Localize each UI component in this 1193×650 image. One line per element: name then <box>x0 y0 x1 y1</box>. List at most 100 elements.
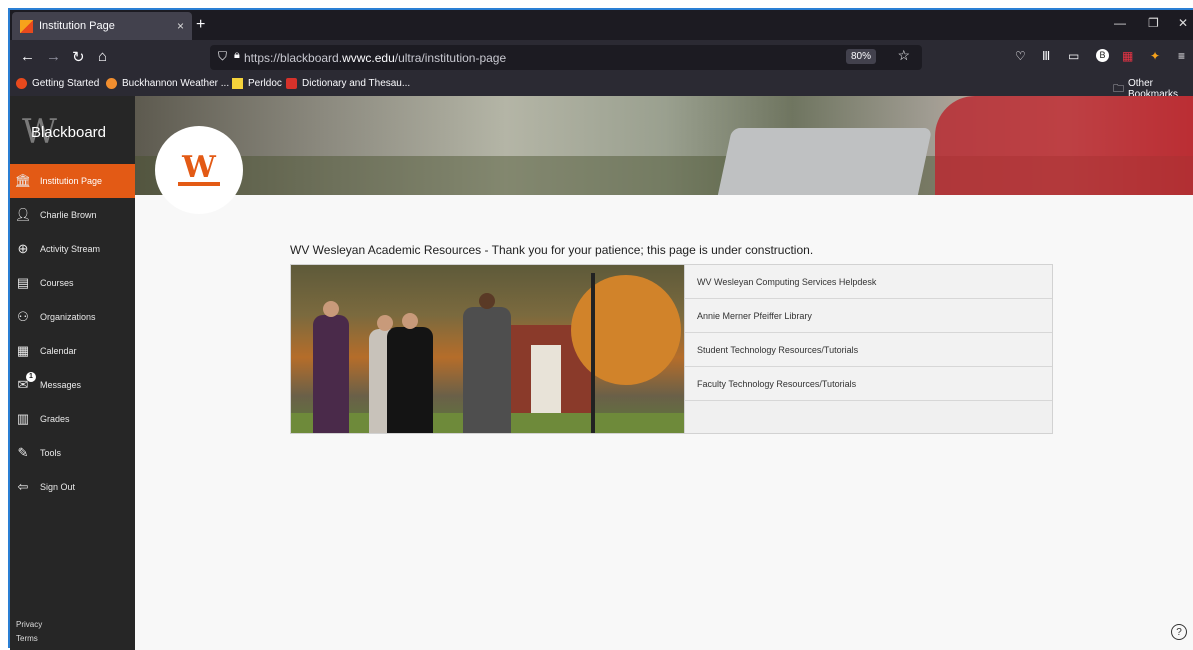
bookmarks-toolbar: Getting Started Buckhannon Weather ... P… <box>10 74 1193 100</box>
sidebar-toggle-icon[interactable]: ▭ <box>1068 49 1079 63</box>
bookmark-label: Getting Started <box>32 78 100 89</box>
bookmark-perldoc[interactable]: Perldoc <box>232 78 282 89</box>
sidebar-item-messages[interactable]: ✉ 1 Messages <box>10 368 135 402</box>
student-figure <box>387 313 433 433</box>
tab-strip: Institution Page × + — ❐ ✕ <box>10 10 1193 40</box>
zoom-level[interactable]: 80% <box>845 49 876 64</box>
sidebar-item-courses[interactable]: ▤ Courses <box>10 266 135 300</box>
tree-graphic <box>571 275 681 385</box>
extension-icon[interactable]: ▦ <box>1122 49 1133 63</box>
logo-text: Blackboard <box>30 123 106 141</box>
blackboard-favicon-icon <box>20 19 33 33</box>
sidebar-item-tools[interactable]: ✎ Tools <box>10 436 135 470</box>
door-graphic <box>531 345 561 415</box>
sidebar-item-calendar[interactable]: ▦ Calendar <box>10 334 135 368</box>
sidebar-item-sign-out[interactable]: ⇦ Sign Out <box>10 470 135 504</box>
sidebar-item-activity-stream[interactable]: ⊕ Activity Stream <box>10 232 135 266</box>
tools-icon: ✎ <box>17 445 29 460</box>
back-icon[interactable]: ← <box>20 48 35 65</box>
sidebar-item-organizations[interactable]: ⚇ Organizations <box>10 300 135 334</box>
link-faculty-tech-resources[interactable]: Faculty Technology Resources/Tutorials <box>685 367 1052 401</box>
student-figure <box>313 301 349 433</box>
link-computing-helpdesk[interactable]: WV Wesleyan Computing Services Helpdesk <box>685 265 1052 299</box>
head <box>323 301 339 317</box>
grades-icon: ▥ <box>16 411 30 426</box>
messages-badge: 1 <box>26 372 36 382</box>
perldoc-icon <box>232 78 243 89</box>
restore-icon[interactable]: ❐ <box>1148 16 1159 30</box>
close-window-icon[interactable]: ✕ <box>1178 16 1188 30</box>
sign-out-icon: ⇦ <box>17 479 29 494</box>
bookmark-label: Dictionary and Thesau... <box>302 78 411 89</box>
globe-icon: ⊕ <box>17 241 29 256</box>
privacy-link[interactable]: Privacy <box>16 620 42 629</box>
page-heading: WV Wesleyan Academic Resources - Thank y… <box>290 243 814 257</box>
resources-panel: WV Wesleyan Computing Services Helpdesk … <box>290 264 1053 434</box>
tab-institution-page[interactable]: Institution Page × <box>12 12 192 40</box>
sidebar-item-label: Organizations <box>40 312 96 322</box>
sidebar-item-label: Courses <box>40 278 74 288</box>
sidebar-item-label: Activity Stream <box>40 244 101 254</box>
forward-icon[interactable]: → <box>46 48 61 65</box>
menu-icon[interactable]: ≡ <box>1178 49 1185 63</box>
institution-icon: 🏛︎ <box>14 173 32 188</box>
sidebar-item-label: Charlie Brown <box>40 210 97 220</box>
sidebar-item-label: Tools <box>40 448 62 458</box>
head <box>402 313 418 329</box>
address-bar[interactable]: ⛉ 🔒︎ https://blackboard.wvwc.edu/ultra/i… <box>210 45 922 70</box>
page-content: W Blackboard 🏛︎ Institution Page 👤︎ Char… <box>10 96 1193 650</box>
bookmark-label: Buckhannon Weather ... <box>122 78 230 89</box>
dictionary-icon <box>286 78 297 89</box>
navigation-toolbar: ← → ↻ ⌂ ⛉ 🔒︎ https://blackboard.wvwc.edu… <box>10 40 1193 74</box>
student-figure <box>463 293 511 433</box>
sidebar-item-label: Messages <box>40 380 82 390</box>
url-text: https://blackboard.wvwc.edu/ultra/instit… <box>244 50 507 65</box>
sidebar-item-label: Calendar <box>40 346 77 356</box>
extension-2-icon[interactable]: ✦ <box>1150 49 1160 63</box>
sidebar-item-label: Grades <box>40 414 70 424</box>
sidebar-item-grades[interactable]: ▥ Grades <box>10 402 135 436</box>
resource-links: WV Wesleyan Computing Services Helpdesk … <box>684 265 1052 433</box>
institution-logo: W <box>155 126 243 214</box>
sidebar-item-institution-page[interactable]: 🏛︎ Institution Page <box>10 164 135 198</box>
terms-link[interactable]: Terms <box>16 634 38 643</box>
user-icon: 👤︎ <box>14 207 32 222</box>
link-student-tech-resources[interactable]: Student Technology Resources/Tutorials <box>685 333 1052 367</box>
sidebar-item-label: Institution Page <box>40 176 103 186</box>
pocket-icon[interactable]: ♡ <box>1015 49 1026 63</box>
campus-photo <box>291 265 684 433</box>
help-icon[interactable]: ? <box>1171 624 1187 640</box>
organizations-icon: ⚇ <box>17 309 29 324</box>
minimize-icon[interactable]: — <box>1114 16 1126 30</box>
home-icon[interactable]: ⌂ <box>98 48 107 65</box>
bookmark-weather[interactable]: Buckhannon Weather ... <box>106 78 229 89</box>
account-icon[interactable]: B <box>1096 49 1109 62</box>
sidebar: W Blackboard 🏛︎ Institution Page 👤︎ Char… <box>10 96 135 650</box>
lamp-post-graphic <box>591 273 595 433</box>
browser-window: Institution Page × + — ❐ ✕ ← → ↻ ⌂ ⛉ 🔒︎ … <box>8 8 1193 650</box>
student-graphic <box>935 96 1193 195</box>
link-library[interactable]: Annie Merner Pfeiffer Library <box>685 299 1052 333</box>
lock-icon[interactable]: 🔒︎ <box>234 49 240 62</box>
tab-title: Institution Page <box>39 20 115 32</box>
shield-icon[interactable]: ⛉ <box>218 49 227 64</box>
wesleyan-logo-icon: W <box>178 153 220 186</box>
bookmark-getting-started[interactable]: Getting Started <box>16 78 99 89</box>
messages-icon: ✉ 1 <box>16 372 36 392</box>
banner-image <box>135 96 1193 195</box>
firefox-icon <box>16 78 27 89</box>
library-icon[interactable]: Ⅲ <box>1042 49 1050 63</box>
calendar-icon: ▦ <box>16 343 30 358</box>
reload-icon[interactable]: ↻ <box>72 48 85 66</box>
head <box>479 293 495 309</box>
weather-icon <box>106 78 117 89</box>
courses-icon: ▤ <box>16 275 30 290</box>
bookmark-label: Perldoc <box>248 78 282 89</box>
bookmark-star-icon[interactable]: ☆ <box>897 47 910 64</box>
tab-close-button[interactable]: × <box>177 19 184 33</box>
new-tab-button[interactable]: + <box>196 16 205 34</box>
blackboard-logo[interactable]: W Blackboard <box>22 110 122 154</box>
bookmark-dictionary[interactable]: Dictionary and Thesau... <box>286 78 410 89</box>
laptop-graphic <box>717 128 933 195</box>
sidebar-item-charlie-brown[interactable]: 👤︎ Charlie Brown <box>10 198 135 232</box>
